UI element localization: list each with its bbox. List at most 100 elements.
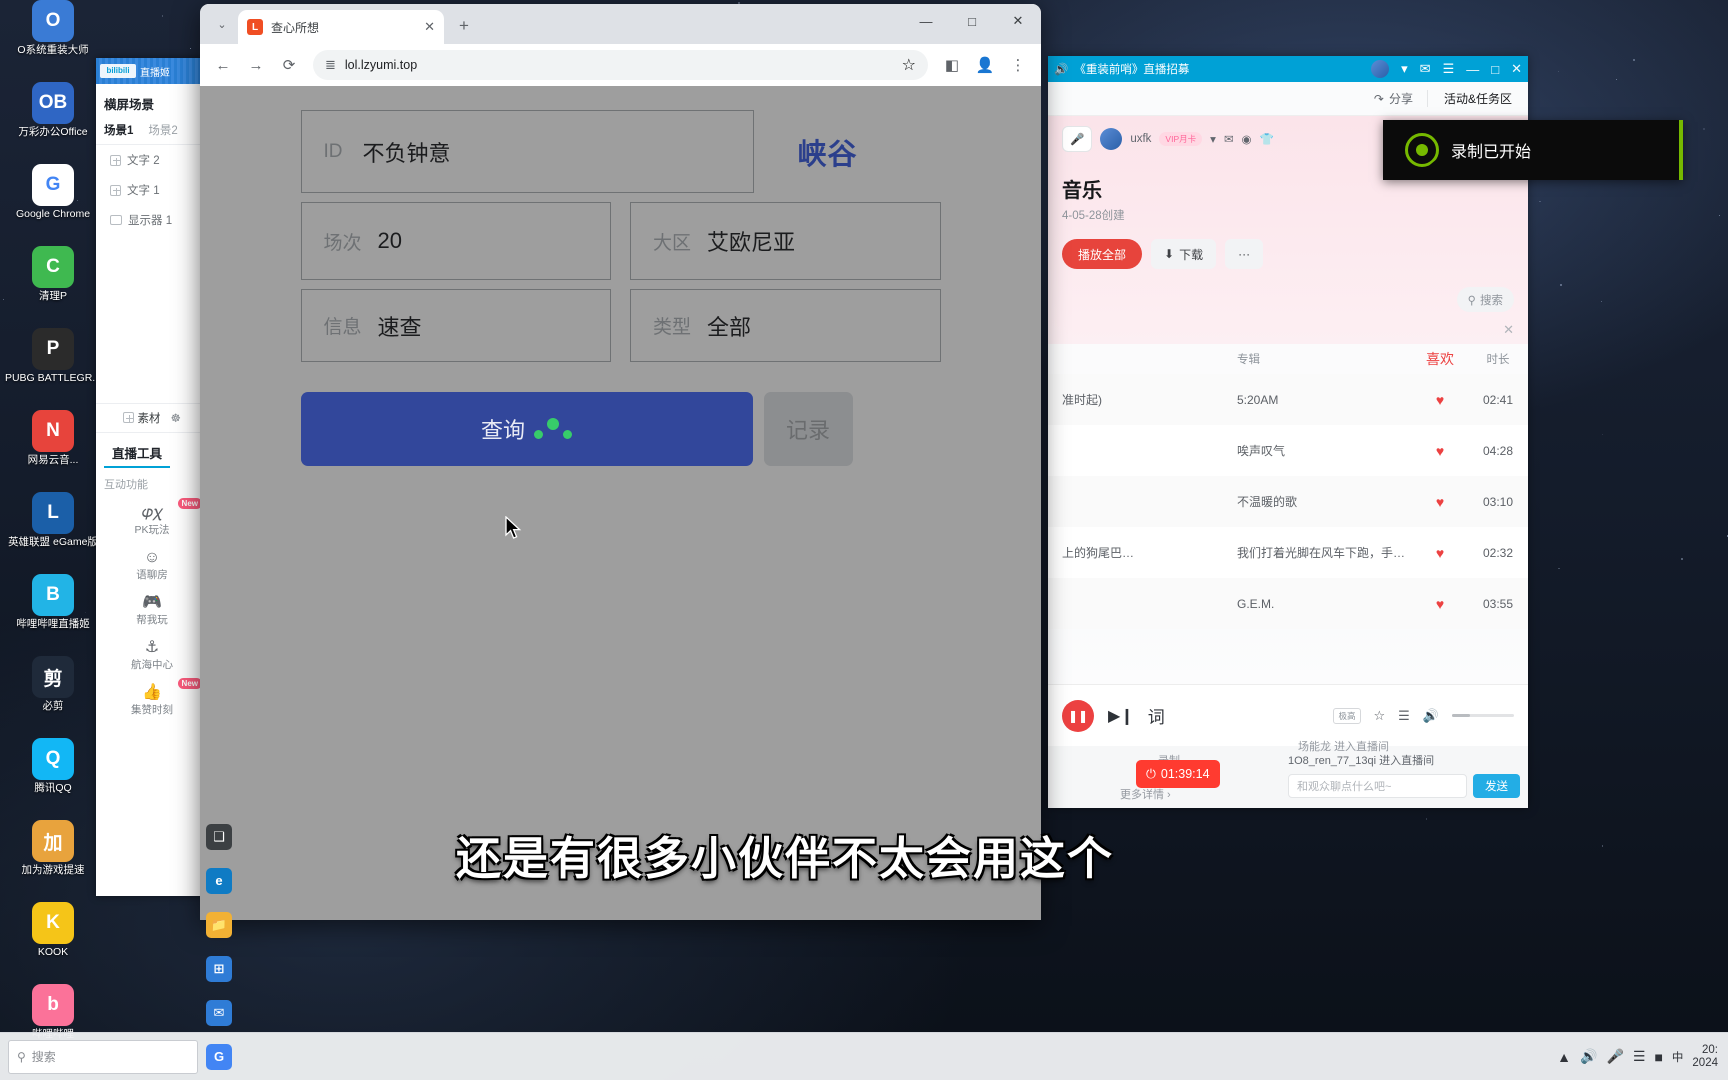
table-row[interactable]: G.E.M. ♥ 03:55	[1048, 578, 1528, 629]
mail-icon[interactable]: ✉	[1420, 61, 1431, 77]
source-toolbar[interactable]: 素材 ☸	[96, 403, 208, 433]
battery-icon[interactable]: ■	[1654, 1049, 1662, 1065]
like-icon[interactable]: ♥	[1412, 596, 1468, 612]
desktop-icon[interactable]: OB 万彩办公Office	[0, 82, 106, 160]
side-panel-icon[interactable]: ◧	[937, 50, 967, 80]
maximize-button[interactable]: □	[1491, 62, 1499, 77]
browser-toolbar[interactable]: ← → ⟳ ≣ lol.lzyumi.top ☆ ◧ 👤 ⋮	[200, 44, 1041, 86]
chevron-down-icon[interactable]: ▾	[1401, 61, 1408, 77]
recording-timer-button[interactable]: ⏻ 01:39:14	[1136, 760, 1220, 788]
desktop-icon[interactable]: Q 腾讯QQ	[0, 738, 106, 816]
tool-pk[interactable]: New 𝜑𝜒 PK玩法	[96, 496, 208, 541]
scene-tab-1[interactable]: 场景1	[104, 119, 138, 144]
tool-sailing-center[interactable]: ⚓ 航海中心	[96, 631, 208, 676]
volume-slider[interactable]	[1452, 714, 1514, 717]
bookmark-star-icon[interactable]: ☆	[902, 55, 916, 75]
desktop-icon[interactable]: K KOOK	[0, 902, 106, 980]
chrome-browser-window[interactable]: ⌄ L 查心所想 ✕ + — □ ✕ ← → ⟳ ≣ lol.lzyumi.to…	[200, 4, 1041, 920]
browser-tab[interactable]: L 查心所想 ✕	[238, 10, 444, 44]
play-all-button[interactable]: 播放全部	[1062, 239, 1142, 269]
recording-controls[interactable]: 录制 ⏻ 01:39:14 更多详情 ›	[1048, 746, 1280, 808]
like-icon[interactable]: ♥	[1412, 392, 1468, 408]
volume-icon[interactable]: 🔊	[1580, 1048, 1597, 1065]
bilibili-titlebar[interactable]: 🔊 《重装前哨》直播招募 ▾ ✉ ☰ — □ ✕	[1048, 56, 1528, 82]
desktop-icon[interactable]: G Google Chrome	[0, 164, 106, 242]
close-button[interactable]: ✕	[995, 4, 1041, 38]
chevron-down-icon[interactable]: ▾	[1210, 132, 1216, 146]
bilibili-live-tool-window[interactable]: bilibili 直播姬 横屏场景 场景1 场景2 文字 2 文字 1 显示器 …	[96, 58, 208, 896]
info-field[interactable]: 信息 速查	[301, 289, 612, 362]
quality-badge[interactable]: 极高	[1333, 708, 1360, 724]
scene-tabs[interactable]: 场景1 场景2	[96, 119, 208, 145]
lyrics-button[interactable]: 词	[1148, 703, 1165, 728]
desktop-icon[interactable]: C 清理P	[0, 246, 106, 324]
tab-strip[interactable]: ⌄ L 查心所想 ✕ + — □ ✕	[200, 4, 1041, 44]
like-icon[interactable]: ♥	[1412, 443, 1468, 459]
chat-panel[interactable]: 场能龙 进入直播间 1O8_ren_77_13qi 进入直播间 和观众聊点什么吧…	[1280, 746, 1528, 808]
taskbar-chrome-canary[interactable]: G	[198, 1035, 240, 1079]
close-icon[interactable]: ✕	[1503, 322, 1514, 338]
search-input[interactable]: ⚲ 搜索	[1457, 287, 1514, 312]
forward-button[interactable]: →	[241, 50, 271, 80]
volume-icon[interactable]: 🔊	[1423, 708, 1439, 724]
menu-icon[interactable]: ☰	[1443, 61, 1455, 77]
desktop-icon[interactable]: N 网易云音...	[0, 410, 106, 488]
network-icon[interactable]: ☰	[1633, 1048, 1646, 1065]
music-player-bar[interactable]: ❚❚ ▶❙ 词 极高 ☆ ☰ 🔊	[1048, 684, 1528, 746]
back-button[interactable]: ←	[208, 50, 238, 80]
tool-voice-room[interactable]: ☺ 语聊房	[96, 541, 208, 586]
close-icon[interactable]: ✕	[424, 19, 435, 35]
desktop-icon[interactable]: P PUBG BATTLEGR...	[0, 328, 106, 406]
ime-indicator[interactable]: 中	[1672, 1049, 1684, 1065]
desktop-icon[interactable]: 剪必剪	[0, 656, 106, 734]
profile-avatar-icon[interactable]: 👤	[970, 50, 1000, 80]
mic-icon[interactable]: 🎤	[1062, 126, 1092, 152]
taskbar-file-explorer[interactable]: 📁	[198, 903, 240, 947]
tab-search-chevron-down-icon[interactable]: ⌄	[209, 11, 235, 37]
new-tab-button[interactable]: +	[450, 12, 478, 40]
taskbar-edge[interactable]: e	[198, 859, 240, 903]
source-item-text2[interactable]: 文字 2	[96, 145, 208, 175]
shirt-icon[interactable]: 👕	[1260, 132, 1274, 146]
add-source-button[interactable]: 素材	[123, 410, 160, 426]
bunny-icon[interactable]: ☆	[1374, 708, 1386, 724]
minimize-button[interactable]: —	[1466, 62, 1479, 77]
table-row[interactable]: 不温暖的歌 ♥ 03:10	[1048, 476, 1528, 527]
activity-tab[interactable]: 活动&任务区	[1427, 90, 1528, 107]
region-field[interactable]: 大区 艾欧尼亚	[630, 202, 941, 280]
taskbar-store[interactable]: ⊞	[198, 947, 240, 991]
share-button[interactable]: ↷ 分享	[1360, 90, 1427, 107]
tool-help-play[interactable]: 🎮 帮我玩	[96, 586, 208, 631]
taskbar-mail[interactable]: ✉	[198, 991, 240, 1035]
like-icon[interactable]: ♥	[1412, 545, 1468, 561]
taskbar-search-box[interactable]: ⚲ 搜索	[8, 1040, 198, 1074]
microphone-icon[interactable]: 🎤	[1606, 1048, 1623, 1065]
query-button[interactable]: 查询	[301, 392, 753, 466]
obs-titlebar[interactable]: bilibili 直播姬	[96, 58, 208, 84]
desktop-icon[interactable]: L 英雄联盟 eGame版	[0, 492, 106, 570]
type-field[interactable]: 类型 全部	[630, 289, 941, 362]
more-detail-link[interactable]: 更多详情 ›	[1120, 786, 1171, 802]
playlist-actions[interactable]: 播放全部 ⬇ 下载 ···	[1048, 223, 1528, 269]
playlist-search-row[interactable]: ⚲ 搜索	[1048, 269, 1528, 312]
browser-menu-button[interactable]: ⋮	[1003, 50, 1033, 80]
maximize-button[interactable]: □	[949, 4, 995, 38]
record-button[interactable]: 记录	[764, 392, 853, 466]
close-button[interactable]: ✕	[1511, 61, 1522, 77]
address-bar[interactable]: ≣ lol.lzyumi.top ☆	[313, 50, 928, 80]
download-button[interactable]: ⬇ 下载	[1151, 239, 1216, 269]
live-footer[interactable]: 录制 ⏻ 01:39:14 更多详情 › 场能龙 进入直播间 1O8_ren_7…	[1048, 746, 1528, 808]
taskbar-task-view[interactable]: ❑	[198, 815, 240, 859]
id-field[interactable]: ID 不负钟意	[301, 110, 754, 193]
source-item-text1[interactable]: 文字 1	[96, 175, 208, 205]
mail-icon[interactable]: ✉	[1224, 132, 1234, 146]
table-row[interactable]: 唉声叹气 ♥ 04:28	[1048, 425, 1528, 476]
table-row[interactable]: 准时起) 5:20AM ♥ 02:41	[1048, 374, 1528, 425]
chat-input[interactable]: 和观众聊点什么吧~	[1288, 774, 1467, 798]
scene-tab-2[interactable]: 场景2	[148, 119, 182, 144]
camera-icon[interactable]: ◉	[1242, 132, 1252, 146]
puzzle-icon[interactable]: ☸	[170, 411, 180, 425]
desktop-icon[interactable]: O O系统重装大师	[0, 0, 106, 78]
pause-button[interactable]: ❚❚	[1062, 700, 1094, 732]
system-tray[interactable]: ▲ 🔊 🎤 ☰ ■ 中 20: 2024	[1557, 1044, 1728, 1070]
